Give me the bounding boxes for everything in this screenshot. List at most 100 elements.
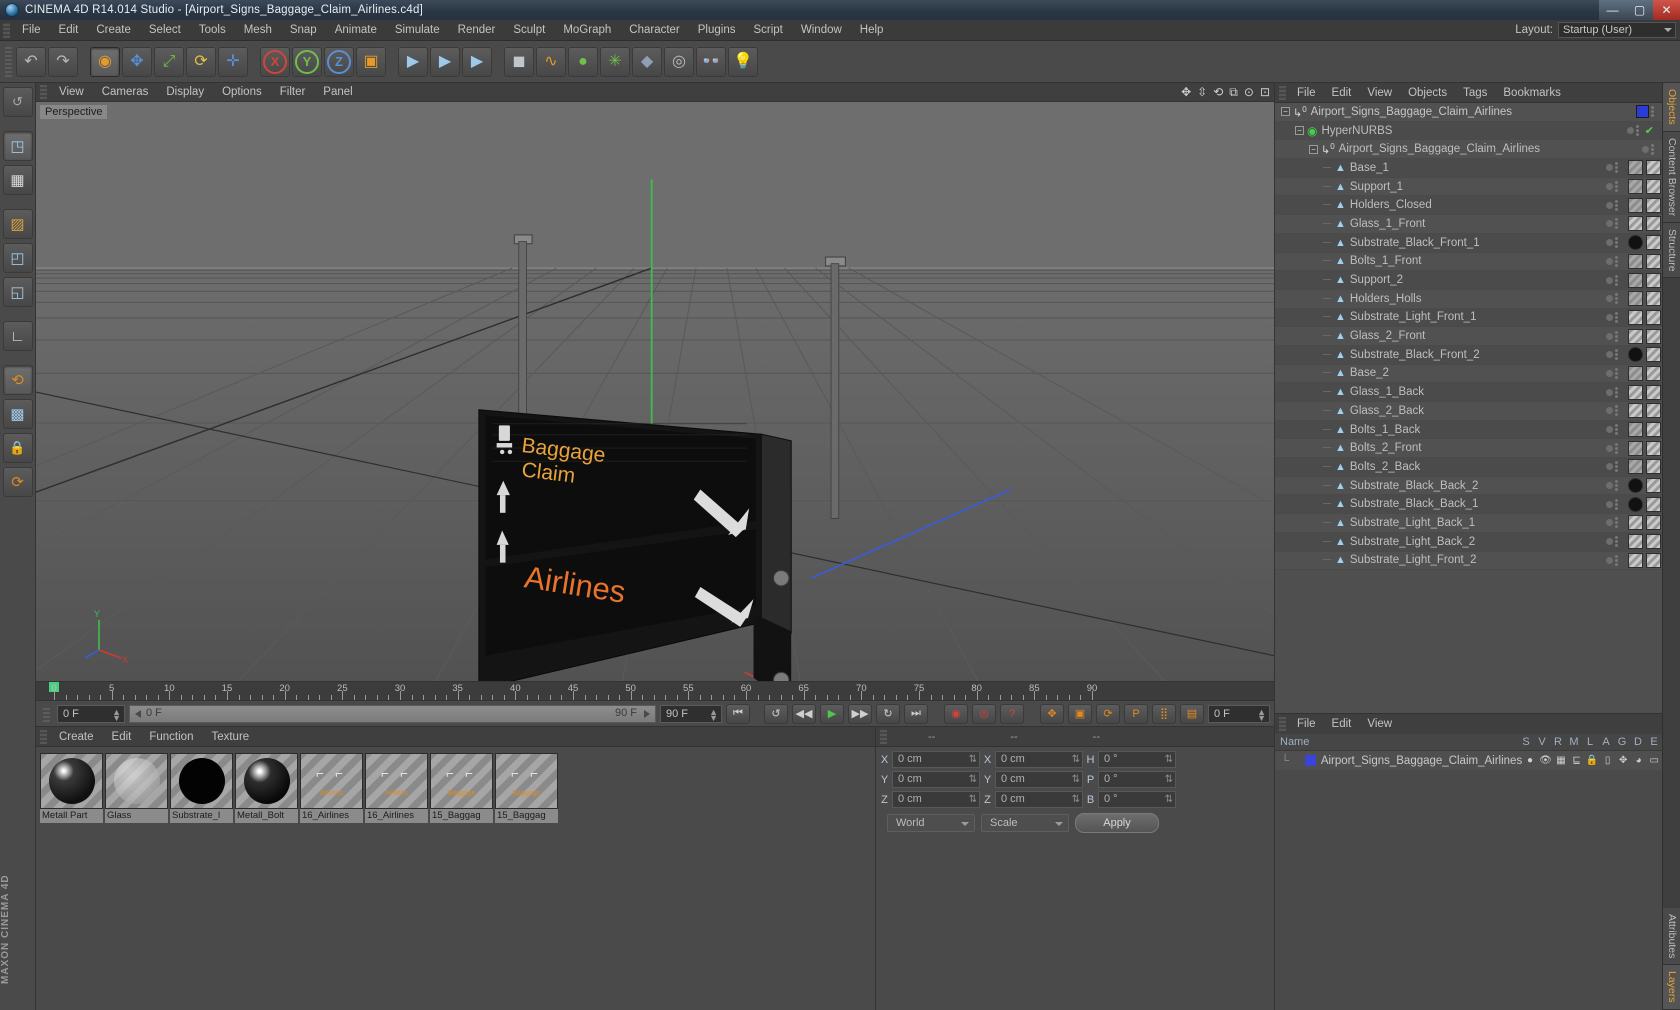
maximize-viewport-icon[interactable]: ⧉ (1229, 85, 1238, 100)
material-item[interactable]: ⌐ ⌐ Airlines 16_Airlines (365, 753, 428, 823)
move-tool-button[interactable]: ✥ (122, 46, 152, 77)
material-preview[interactable]: ⌐ ⌐ Airlines (300, 753, 363, 809)
manager-icon[interactable]: ⊑ (1569, 755, 1585, 766)
material-item[interactable]: Metall Part (40, 753, 103, 823)
step-forward-frame-button[interactable]: ▶▶ (848, 703, 872, 724)
uv-tag-icon[interactable] (1646, 496, 1661, 512)
rotation-key-button[interactable]: ⟳ (1096, 703, 1120, 724)
object-tree-row[interactable]: ─ ▲ Base_2 (1275, 364, 1662, 384)
visibility-toggles[interactable] (1615, 311, 1618, 323)
material-tag-icon[interactable] (1628, 160, 1643, 176)
uv-tag-icon[interactable] (1646, 515, 1661, 531)
timeline-range-bar[interactable]: 0 F 90 F (129, 704, 656, 723)
object-menu-file[interactable]: File (1289, 83, 1324, 103)
viewport-menu-grip[interactable] (40, 85, 47, 99)
column-v[interactable]: V (1534, 736, 1550, 748)
lock-button[interactable]: 🔒 (2, 433, 33, 463)
layer-menu-view[interactable]: View (1359, 714, 1400, 734)
visibility-toggles[interactable] (1615, 162, 1618, 174)
object-tree-row[interactable]: ─ ▲ Substrate_Black_Back_2 (1275, 476, 1662, 496)
column-s[interactable]: S (1518, 736, 1534, 748)
material-preview[interactable]: ⌐ ⌐ Baggage (495, 753, 558, 809)
visibility-toggles[interactable] (1635, 125, 1639, 137)
material-menu-edit[interactable]: Edit (103, 727, 141, 747)
uv-tag-icon[interactable] (1646, 291, 1661, 307)
column-g[interactable]: G (1614, 736, 1630, 748)
rotation-p-field[interactable]: 0 ° ⇅ (1098, 771, 1176, 788)
material-preview[interactable]: ⌐ ⌐ Baggage (430, 753, 493, 809)
layout-select[interactable]: Startup (User) (1558, 22, 1676, 38)
object-tree-row[interactable]: ─ ▲ Support_1 (1275, 177, 1662, 197)
minimize-button[interactable]: — (1599, 0, 1626, 20)
solo-dot-icon[interactable]: ● (1522, 755, 1538, 766)
toolbar-grip[interactable] (5, 46, 12, 77)
menu-character[interactable]: Character (620, 20, 689, 41)
uv-tag-icon[interactable] (1646, 422, 1661, 438)
uv-tag-icon[interactable] (1646, 235, 1661, 251)
material-item[interactable]: ⌐ ⌐ Baggage 15_Baggag (495, 753, 558, 823)
scale-key-button[interactable]: ▣ (1068, 703, 1092, 724)
expander-toggle[interactable]: − (1281, 107, 1290, 117)
add-camera-button[interactable]: ◎ (664, 46, 694, 77)
airport-sign-model[interactable]: Baggage Claim Airlines (36, 102, 1274, 681)
material-tag-icon[interactable] (1628, 478, 1643, 494)
visibility-dot-icon[interactable] (1606, 369, 1613, 377)
uv-tag-icon[interactable] (1646, 459, 1661, 475)
visibility-toggles[interactable] (1615, 517, 1618, 529)
expander-toggle[interactable]: − (1309, 144, 1318, 154)
position-z-field[interactable]: 0 cm ⇅ (892, 791, 980, 808)
render-region-button[interactable]: ▶ (430, 46, 460, 77)
object-tree-row[interactable]: ─ ▲ Substrate_Black_Front_2 (1275, 345, 1662, 365)
menu-tools[interactable]: Tools (190, 20, 235, 41)
object-manager-tree[interactable]: − ↳0 Airport_Signs_Baggage_Claim_Airlines −… (1275, 103, 1662, 713)
object-menu-objects[interactable]: Objects (1400, 83, 1455, 103)
stepper-icon[interactable]: ⇅ (969, 753, 977, 767)
eye-icon[interactable]: 👁 (1538, 755, 1554, 766)
add-array-button[interactable]: ✳ (600, 46, 630, 77)
material-tag-icon[interactable] (1628, 179, 1643, 195)
generator-icon[interactable]: ✥ (1615, 755, 1631, 766)
visibility-dot-icon[interactable] (1606, 164, 1613, 172)
range-start-arrow-icon[interactable] (135, 709, 141, 718)
uv-tag-icon[interactable] (1646, 403, 1661, 419)
object-tree-row[interactable]: ─ ▲ Bolts_1_Back (1275, 420, 1662, 440)
add-spline-button[interactable]: ∿ (536, 46, 566, 77)
column-r[interactable]: R (1550, 736, 1566, 748)
uv-tag-icon[interactable] (1646, 197, 1661, 213)
tab-structure[interactable]: Structure (1663, 222, 1680, 279)
object-tree-row[interactable]: − ↳0 Airport_Signs_Baggage_Claim_Airlines (1275, 140, 1662, 160)
max-frame-field[interactable]: 90 F ▲ ▼ (660, 704, 722, 723)
stepper-icon[interactable]: ⇅ (1072, 793, 1080, 807)
current-frame-field[interactable]: 0 F ▲ ▼ (57, 704, 125, 723)
material-menu-grip[interactable] (40, 729, 47, 744)
menu-script[interactable]: Script (744, 20, 791, 41)
stepper-icon[interactable]: ⇅ (1165, 773, 1173, 787)
visibility-toggles[interactable] (1615, 274, 1618, 286)
polygons-mode-button[interactable]: ◱ (2, 277, 33, 307)
uv-tag-icon[interactable] (1628, 403, 1643, 419)
position-x-field[interactable]: 0 cm ⇅ (892, 751, 980, 768)
stepper-icon[interactable]: ⇅ (969, 793, 977, 807)
add-light-button[interactable]: 💡 (728, 46, 758, 77)
object-tree-row[interactable]: ─ ▲ Glass_1_Back (1275, 383, 1662, 402)
tab-objects[interactable]: Objects (1663, 83, 1680, 132)
uv-tag-icon[interactable] (1628, 515, 1643, 531)
visibility-toggles[interactable] (1615, 367, 1618, 379)
add-nurbs-button[interactable]: ● (568, 46, 598, 77)
visibility-dot-icon[interactable] (1606, 220, 1613, 228)
3d-viewport[interactable]: Perspective Baggage Claim Airlines Y X (36, 102, 1274, 681)
visibility-dot-icon[interactable] (1606, 201, 1613, 209)
timeline-button[interactable]: ▤ (1180, 703, 1204, 724)
end-frame-field[interactable]: 0 F ▲ ▼ (1208, 704, 1270, 723)
stepper-icon[interactable]: ⇅ (1165, 793, 1173, 807)
column-a[interactable]: A (1598, 736, 1614, 748)
column-e[interactable]: E (1646, 736, 1662, 748)
deformer-icon[interactable]: ◕ (1631, 755, 1647, 766)
material-menu-function[interactable]: Function (140, 727, 202, 747)
render-settings-button[interactable]: ▶ (462, 46, 492, 77)
stepper-icon[interactable]: ▲ ▼ (709, 707, 718, 722)
material-preview[interactable] (235, 753, 298, 809)
object-menu-view[interactable]: View (1359, 83, 1400, 103)
material-preview[interactable]: ⌐ ⌐ Airlines (365, 753, 428, 809)
model-mode-button[interactable]: ◳ (2, 131, 33, 161)
